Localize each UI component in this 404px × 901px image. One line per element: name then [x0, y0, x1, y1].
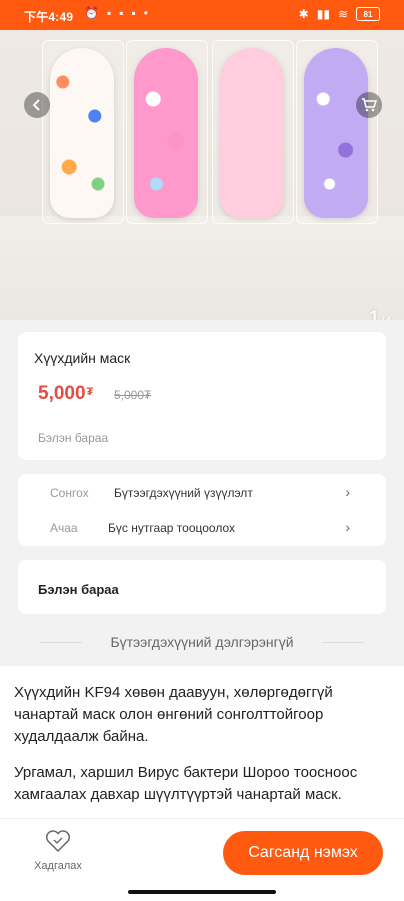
home-indicator[interactable]	[128, 890, 276, 894]
product-title: Хүүхдийн маск	[34, 350, 131, 366]
price-currency: ₮	[86, 386, 94, 398]
battery-icon: 81	[356, 7, 380, 21]
product-image-gallery[interactable]: 1/4	[0, 30, 404, 320]
product-image-mask-3	[212, 40, 294, 224]
wifi-icon: ≋	[337, 7, 348, 21]
option-label: Ачаа	[50, 521, 78, 535]
gallery-page-indicator: 1/4	[368, 306, 392, 320]
divider-line-right	[322, 642, 364, 643]
price-value: 5,000	[38, 383, 86, 404]
product-image-mask-1	[42, 40, 124, 224]
option-value: Бүс нутгаар тооцоолох	[108, 521, 236, 535]
notification-icon-2: ▪	[119, 6, 124, 20]
save-label: Хадгалах	[34, 860, 82, 872]
cart-button[interactable]	[356, 92, 382, 118]
alarm-icon: ⏰	[84, 6, 99, 20]
product-image-mask-4	[296, 40, 378, 224]
back-button[interactable]	[24, 92, 50, 118]
notification-icon-3: ▪	[131, 6, 136, 20]
signal-icon: ▮▮	[316, 7, 330, 21]
chevron-right-icon: ›	[345, 484, 350, 500]
stock-card: Бэлэн бараа	[18, 560, 386, 614]
product-image-mask-2	[126, 40, 208, 224]
options-card: Сонгох Бүтээгдэхүүний үзүүлэлт › Ачаа Бү…	[18, 474, 386, 546]
bottom-action-bar: Хадгалах Сагсанд нэмэх	[0, 818, 404, 901]
status-right-icons: ✱ ▮▮ ≋ 81	[299, 7, 380, 21]
option-label: Сонгох	[50, 486, 89, 500]
notification-icon: ▪	[106, 6, 112, 20]
heart-icon	[46, 830, 70, 853]
option-value: Бүтээгдэхүүний үзүүлэлт	[114, 486, 253, 500]
product-info-card: Хүүхдийн маск 5,000₮ 5,000₮ Бэлэн бараа	[18, 332, 386, 460]
add-to-cart-button[interactable]: Сагсанд нэмэх	[223, 831, 383, 875]
option-row-shipping[interactable]: Ачаа Бүс нутгаар тооцоолох ›	[18, 511, 386, 545]
dot-icon: •	[143, 6, 148, 20]
chevron-left-icon	[32, 99, 40, 111]
bluetooth-icon: ✱	[298, 7, 309, 21]
package-wrap	[42, 40, 124, 224]
status-bar: 下午4:49 ⏰ ▪ ▪ ▪ • ✱ ▮▮ ≋ 81	[0, 0, 404, 30]
details-divider: Бүтээгдэхүүний дэлгэрэнгүй	[0, 630, 404, 656]
description-paragraph-2: Ургамал, харшил Вирус бактери Шороо тоос…	[14, 764, 358, 803]
product-description: Хүүхдийн KF94 хөвөн даавуун, хөлөргөдөгг…	[0, 666, 404, 818]
option-row-specs[interactable]: Сонгох Бүтээгдэхүүний үзүүлэлт ›	[18, 476, 386, 510]
status-left-icons: ⏰ ▪ ▪ ▪ •	[84, 6, 148, 20]
status-time: 下午4:49	[24, 10, 74, 24]
package-wrap	[126, 40, 208, 224]
gallery-current-page: 1	[368, 306, 381, 320]
product-stock-status: Бэлэн бараа	[38, 431, 109, 445]
cart-icon	[362, 98, 377, 112]
package-wrap	[296, 40, 378, 224]
product-price: 5,000₮	[38, 383, 93, 405]
chevron-right-icon: ›	[345, 519, 350, 535]
save-favorite-button[interactable]: Хадгалах	[30, 829, 86, 872]
gallery-total-pages: /4	[380, 313, 392, 320]
stock-label: Бэлэн бараа	[38, 582, 119, 597]
description-paragraph-1: Хүүхдийн KF94 хөвөн даавуун, хөлөргөдөгг…	[14, 684, 333, 745]
product-old-price: 5,000₮	[114, 388, 152, 402]
battery-level: 81	[363, 9, 373, 19]
shelf-surface	[0, 216, 404, 320]
package-wrap	[212, 40, 294, 224]
